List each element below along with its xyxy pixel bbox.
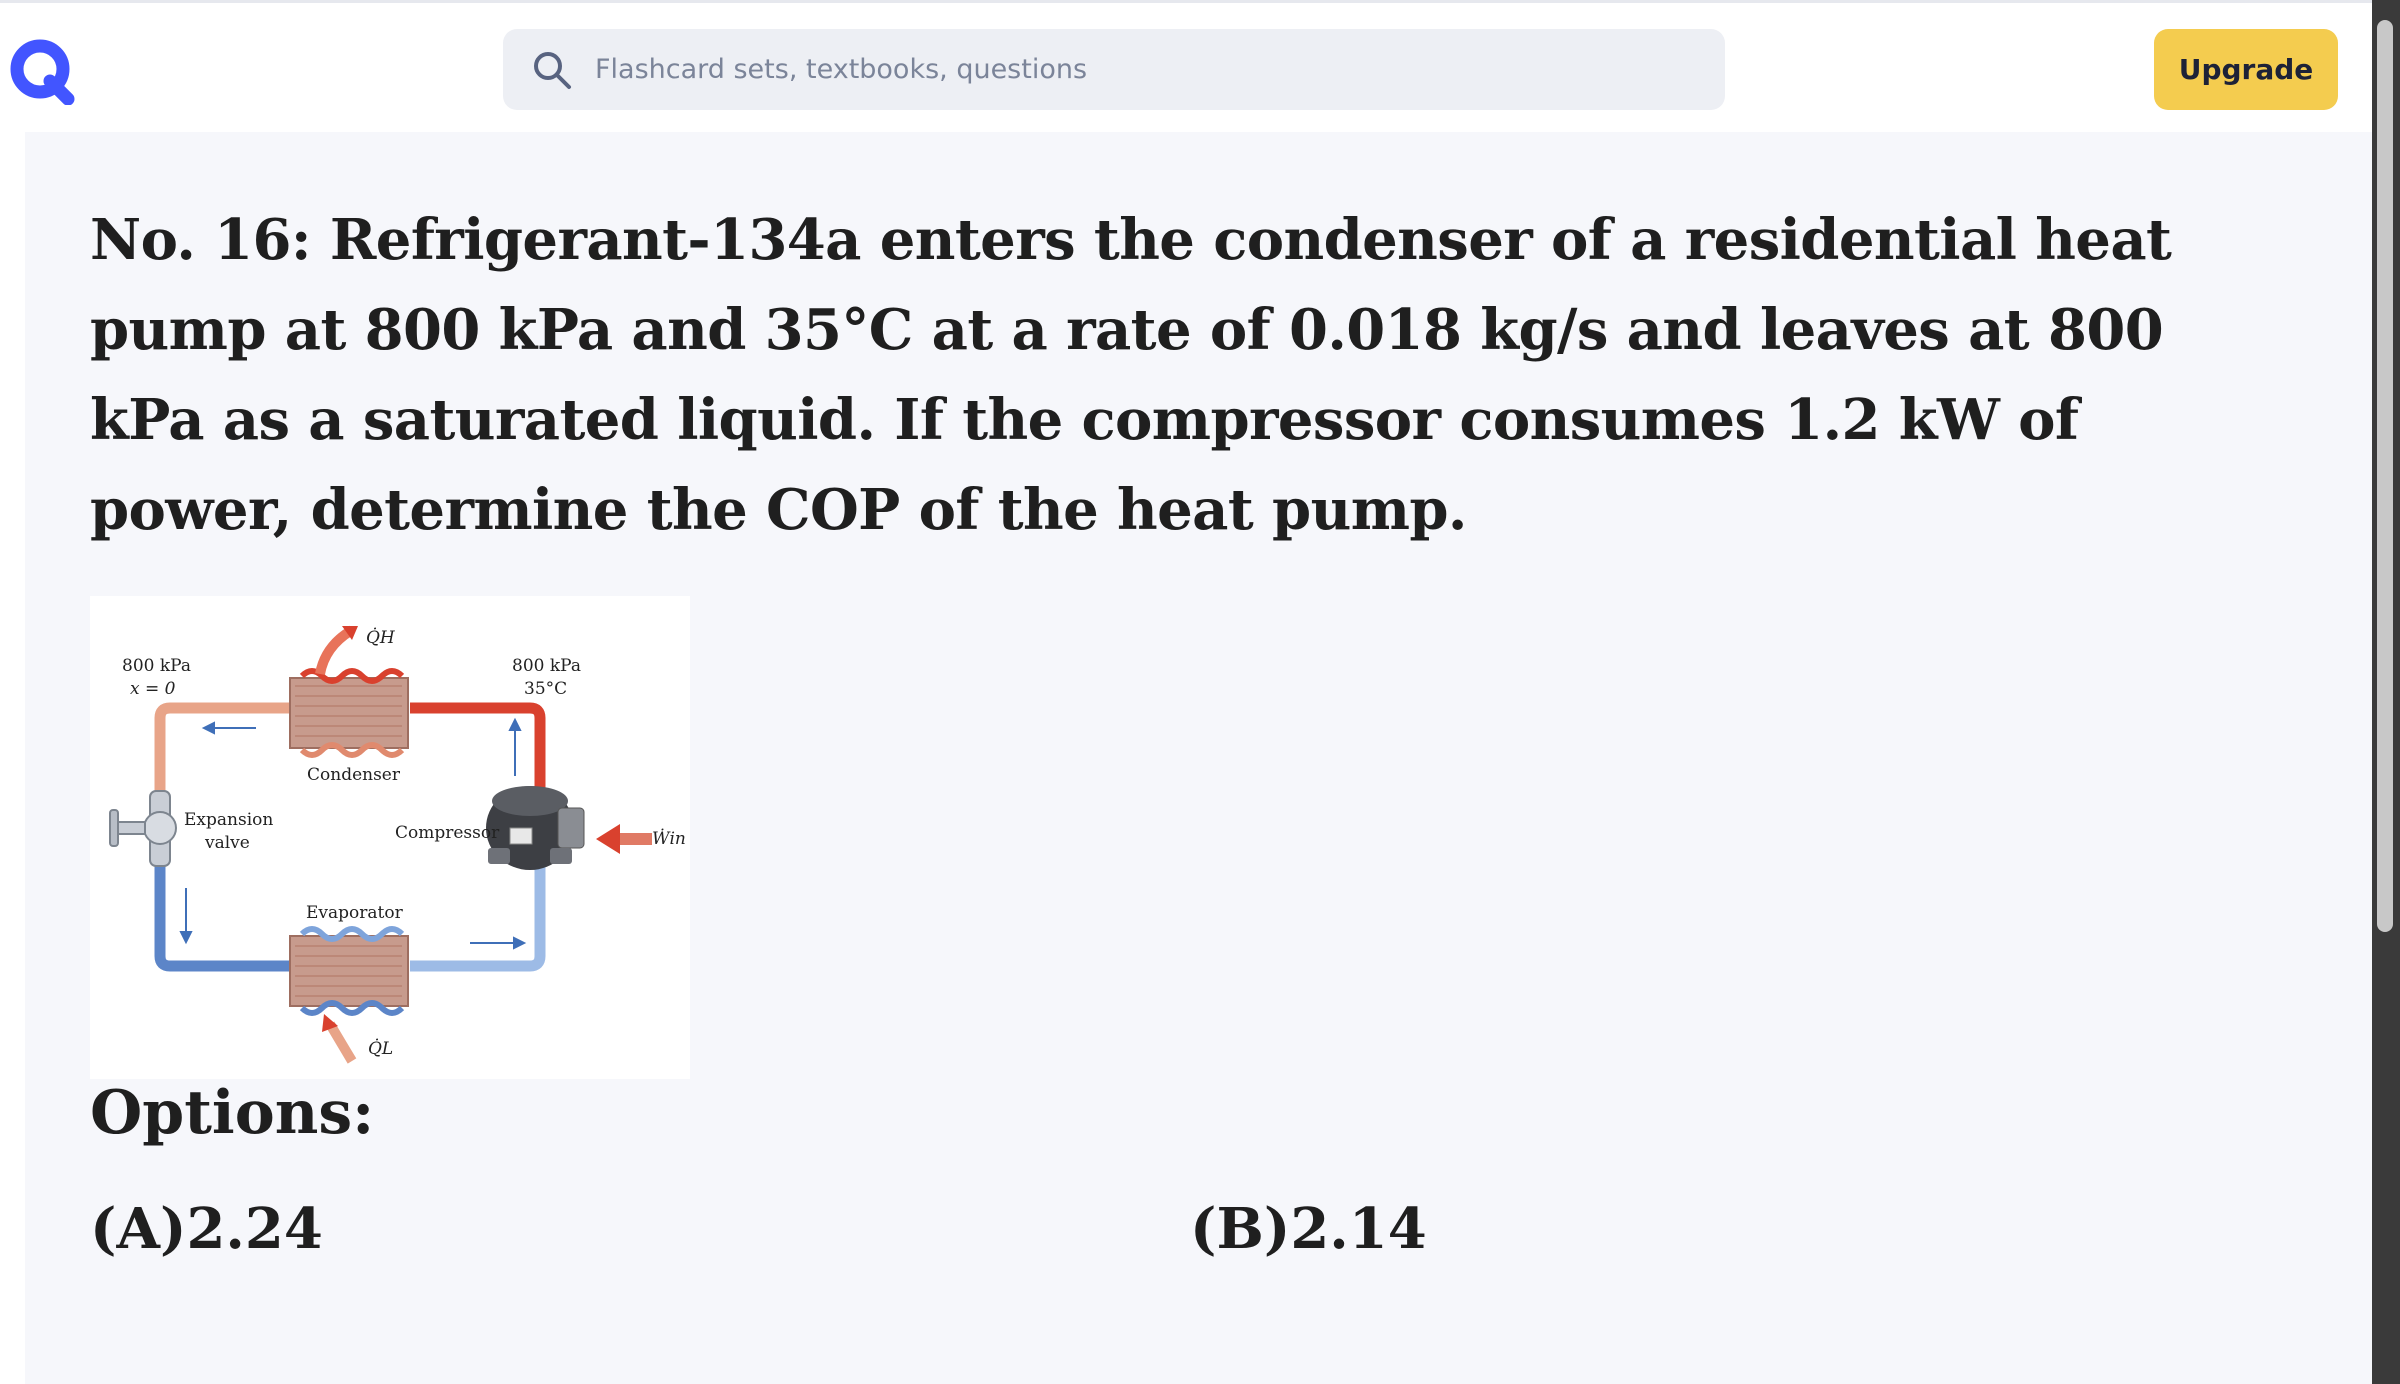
compressor-discharge-pipe — [410, 702, 546, 796]
option-a[interactable]: (A)2.24 — [90, 1196, 323, 1262]
label-win: Ẇin — [652, 828, 686, 849]
scrollbar-thumb[interactable] — [2377, 20, 2393, 932]
evaporator-coil — [289, 926, 409, 1016]
heat-pump-diagram-svg: 800 kPa x = 0 800 kPa 35°C Q̇H Q̇L Ẇin C… — [109, 625, 686, 1064]
label-right-pressure: 800 kPa — [512, 656, 581, 676]
quizlet-q-logo-icon[interactable] — [8, 37, 76, 105]
compressor-icon — [486, 786, 585, 870]
expansion-to-evaporator-pipe — [154, 861, 295, 972]
label-evaporator: Evaporator — [306, 903, 404, 923]
condenser-coil — [289, 668, 409, 758]
label-expansion: Expansion — [184, 810, 273, 830]
upgrade-button[interactable]: Upgrade — [2154, 29, 2338, 110]
search-icon — [534, 51, 571, 89]
label-condenser: Condenser — [307, 765, 401, 785]
heat-in-arrow — [325, 1021, 357, 1064]
heat-out-arrow — [315, 625, 355, 676]
expansion-valve-icon — [109, 790, 177, 867]
label-right-temp: 35°C — [524, 679, 567, 699]
label-valve: valve — [204, 833, 250, 853]
options-heading: Options: — [90, 1078, 375, 1148]
heat-pump-diagram: 800 kPa x = 0 800 kPa 35°C Q̇H Q̇L Ẇin C… — [90, 596, 690, 1079]
label-left-pressure: 800 kPa — [122, 656, 191, 676]
work-in-arrow — [596, 824, 652, 854]
top-bar: Upgrade — [0, 0, 2372, 135]
label-compressor: Compressor — [395, 823, 500, 843]
evaporator-to-compressor-pipe — [410, 861, 546, 972]
label-qh: Q̇H — [366, 628, 396, 648]
search-input[interactable] — [593, 53, 1597, 86]
label-left-quality: x = 0 — [130, 679, 176, 699]
condenser-outlet-pipe — [154, 702, 295, 796]
question-text: No. 16: Refrigerant-134a enters the cond… — [90, 207, 2172, 543]
label-ql: Q̇L — [368, 1039, 393, 1059]
search-bar[interactable] — [503, 29, 1725, 110]
option-b[interactable]: (B)2.14 — [1190, 1196, 1427, 1262]
